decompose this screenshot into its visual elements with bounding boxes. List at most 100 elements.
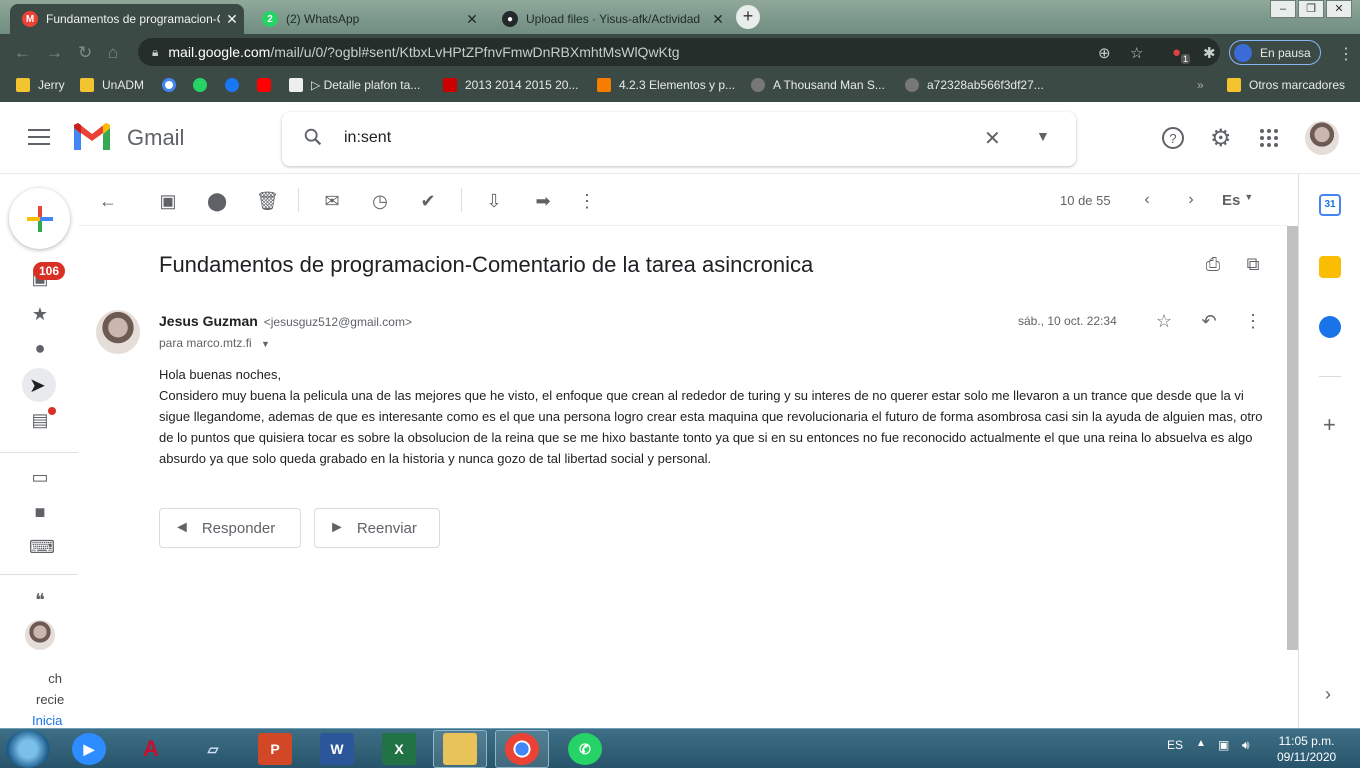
tab-whatsapp[interactable]: 2 (2) WhatsApp ✕ (250, 4, 484, 34)
bookmark-youtube[interactable] (257, 78, 279, 92)
move-to-icon[interactable]: ⇩ (484, 191, 504, 212)
back-to-list-icon[interactable]: ← (98, 191, 118, 212)
autocad-app-icon[interactable]: A (134, 733, 168, 765)
search-input[interactable]: in:sent (344, 129, 391, 147)
reply-button[interactable]: ◄ Responder (159, 508, 301, 548)
compose-button[interactable] (9, 188, 70, 249)
show-hidden-icons-icon[interactable]: ▲ (1196, 738, 1206, 749)
whatsapp-app-icon[interactable]: ✆ (568, 733, 602, 765)
bookmark-elementos[interactable]: 4.2.3 Elementos y p... (597, 78, 735, 92)
apps-grid-icon[interactable] (1259, 128, 1279, 154)
more-options-icon[interactable]: ⋮ (577, 191, 597, 212)
profile-button[interactable]: En pausa (1229, 40, 1321, 65)
account-avatar[interactable] (1305, 121, 1339, 155)
network-icon[interactable]: ▣ (1218, 738, 1229, 752)
prev-message-icon[interactable]: ‹ (1137, 191, 1157, 209)
close-tab-icon[interactable]: ✕ (220, 11, 244, 28)
windows-start-button[interactable] (6, 730, 50, 768)
tab-github[interactable]: ● Upload files · Yisus-afk/Actividad ✕ (490, 4, 730, 34)
bookmark-hash[interactable]: a72328ab566f3df27... (905, 78, 1044, 92)
hangouts-start-link[interactable]: Inicia (32, 713, 66, 728)
url-path: /mail/u/0/?ogbl#sent/KtbxLvHPtZPfnvFmwDn… (270, 44, 680, 60)
puzzle-icon[interactable]: ✱ (1203, 44, 1216, 62)
word-app-icon[interactable]: W (320, 733, 354, 765)
meet-video-icon[interactable]: ■ (29, 502, 51, 523)
extension-icon[interactable]: ● (1172, 44, 1181, 61)
reply-icon[interactable]: ↶ (1199, 311, 1219, 332)
sent-nav-item[interactable]: ➤ (22, 368, 56, 402)
bookmarks-overflow-button[interactable]: » (1197, 78, 1204, 92)
tab-gmail[interactable]: M Fundamentos de programacion-C ✕ (10, 4, 244, 34)
snooze-icon[interactable]: ◷ (370, 191, 390, 212)
bookmark-jerry[interactable]: Jerry (16, 78, 65, 92)
autocad-icon (443, 78, 457, 92)
get-addons-plus-icon[interactable]: + (1323, 412, 1336, 438)
home-icon[interactable]: ⌂ (108, 43, 118, 63)
keyboard-icon[interactable]: ⌨ (29, 537, 55, 558)
add-to-tasks-icon[interactable]: ✔ (418, 191, 438, 212)
system-clock[interactable]: 11:05 p.m. 09/11/2020 (1277, 733, 1336, 765)
message-more-icon[interactable]: ⋮ (1243, 311, 1263, 332)
snoozed-clock-icon[interactable]: ● (29, 338, 51, 359)
expand-panel-chevron-icon[interactable]: › (1325, 684, 1331, 705)
next-message-icon[interactable]: › (1181, 191, 1201, 209)
restore-button[interactable]: ❐ (1298, 0, 1324, 18)
delete-icon[interactable]: 🗑︎ (256, 191, 279, 212)
excel-app-icon[interactable]: X (382, 733, 416, 765)
bookmark-detalle[interactable]: ▷ Detalle plafon ta... (289, 78, 420, 92)
star-icon[interactable]: ☆ (1154, 311, 1174, 332)
bookmark-whatsapp[interactable] (193, 78, 215, 92)
mark-unread-icon[interactable]: ✉ (322, 191, 342, 212)
minimize-button[interactable]: – (1270, 0, 1296, 18)
calendar-icon[interactable]: 31 (1319, 194, 1341, 216)
close-window-button[interactable]: ✕ (1326, 0, 1352, 18)
report-spam-icon[interactable]: ⬤ (207, 191, 227, 212)
keep-icon[interactable] (1319, 256, 1341, 278)
help-icon[interactable]: ? (1161, 126, 1185, 156)
toolbar-divider (461, 188, 462, 212)
print-icon[interactable]: ⎙ (1203, 254, 1223, 275)
search-icon[interactable] (302, 126, 324, 154)
bookmark-unadm[interactable]: UnADM (80, 78, 144, 92)
hangouts-icon[interactable]: ❝ (29, 590, 51, 611)
vertical-scrollbar[interactable] (1287, 226, 1298, 650)
close-tab-icon[interactable]: ✕ (460, 11, 484, 28)
bookmark-2013[interactable]: 2013 2014 2015 20... (443, 78, 578, 92)
chrome-menu-icon[interactable]: ⋮ (1338, 44, 1354, 64)
powerpoint-app-icon[interactable]: P (258, 733, 292, 765)
meet-new-meeting-icon[interactable]: ▭ (29, 467, 51, 488)
archive-icon[interactable]: ▣ (158, 191, 178, 212)
search-bar[interactable]: in:sent ✕ ▼ (282, 112, 1076, 166)
bookmark-google[interactable] (162, 78, 184, 92)
clear-search-icon[interactable]: ✕ (984, 126, 1001, 151)
open-new-window-icon[interactable]: ⧉ (1243, 254, 1263, 275)
forward-button[interactable]: ► Reenviar (314, 508, 440, 548)
starred-icon[interactable]: ★ (29, 304, 51, 325)
scanner-app-icon[interactable]: ▱ (196, 733, 230, 765)
back-icon[interactable]: ← (14, 43, 31, 63)
zoom-icon[interactable]: ⊕ (1098, 44, 1111, 62)
main-menu-icon[interactable] (28, 129, 50, 150)
reload-icon[interactable]: ↻ (78, 43, 92, 63)
settings-gear-icon[interactable]: ⚙ (1210, 124, 1232, 153)
close-tab-icon[interactable]: ✕ (706, 11, 730, 28)
address-bar[interactable]: 🔒︎ mail.google.com /mail/u/0/?ogbl#sent/… (138, 38, 1220, 66)
url-host: mail.google.com (168, 44, 271, 60)
bookmark-thousand[interactable]: A Thousand Man S... (751, 78, 885, 92)
recipient-details[interactable]: para marco.mtz.fi ▼ (159, 336, 270, 350)
sender-name[interactable]: Jesus Guzman (159, 313, 258, 329)
input-tools-button[interactable]: Es ▼ (1222, 192, 1253, 209)
label-icon[interactable]: ➡ (533, 191, 553, 212)
search-options-icon[interactable]: ▼ (1036, 128, 1050, 144)
zoom-app-icon[interactable]: ▶ (72, 733, 106, 765)
forward-icon[interactable]: → (46, 43, 63, 63)
new-tab-button[interactable]: + (736, 5, 760, 29)
hangouts-avatar[interactable] (25, 620, 55, 650)
bookmark-otros[interactable]: Otros marcadores (1227, 78, 1345, 92)
lock-icon: 🔒︎ (152, 44, 159, 59)
bookmark-facebook[interactable] (225, 78, 247, 92)
language-indicator[interactable]: ES (1167, 738, 1183, 752)
volume-icon[interactable]: 🔊︎ (1242, 738, 1250, 753)
tasks-icon[interactable] (1319, 316, 1341, 338)
bookmark-star-icon[interactable]: ☆ (1130, 44, 1143, 62)
